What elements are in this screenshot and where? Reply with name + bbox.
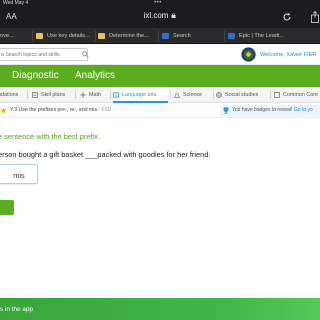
status-bar: Wed May 4 •••	[0, 0, 320, 8]
skill-plans-icon	[32, 92, 38, 98]
doc-icon	[36, 33, 43, 39]
trophy-icon	[223, 107, 229, 114]
skill-code: F5D	[101, 107, 112, 113]
badge-message: You have badges to reveal!	[232, 107, 293, 113]
tab-divider	[213, 91, 214, 99]
status-date: Wed May 4	[3, 0, 29, 6]
skill-breadcrumb: Y.3 Use the prefixes pre-, re-, and mis-…	[0, 103, 320, 118]
ixl-header: Welcome, Xavier FIER	[0, 44, 320, 65]
epic-icon	[228, 33, 235, 39]
common-core-icon	[274, 92, 280, 98]
tab-science[interactable]: Science	[174, 87, 210, 103]
tab-divider	[95, 31, 96, 41]
tab-divider	[170, 91, 171, 99]
tab-divider	[75, 91, 76, 99]
badge-link[interactable]: Go to yo	[294, 107, 313, 113]
url-field[interactable]: ixl.com	[0, 11, 320, 20]
browser-tab[interactable]: Determine the...	[98, 30, 156, 42]
question-instruction: e sentence with the best prefix.	[0, 132, 100, 141]
url-text: ixl.com	[143, 11, 169, 20]
reload-icon[interactable]	[282, 12, 292, 22]
browser-tab[interactable]: Search	[162, 30, 218, 42]
lock-icon	[171, 13, 176, 18]
search-input[interactable]	[0, 48, 88, 61]
browser-tab[interactable]: Use key details...	[36, 30, 92, 42]
badge-notice[interactable]: You have badges to reveal! Go to yo	[220, 105, 320, 116]
nav-diagnostic[interactable]: Diagnostic	[12, 70, 59, 81]
welcome-user-link[interactable]: Welcome, Xavier FIER	[260, 52, 316, 58]
school-emblem-icon	[241, 47, 256, 62]
language-arts-icon	[113, 92, 119, 98]
tab-divider	[158, 31, 159, 41]
science-icon	[174, 92, 180, 98]
submit-button[interactable]	[0, 200, 14, 215]
address-bar: AA ixl.com	[0, 8, 320, 28]
multitask-dots[interactable]: •••	[154, 0, 162, 6]
tab-social-studies[interactable]: Social studies	[216, 87, 268, 103]
tab-common-core[interactable]: Common Core	[274, 87, 320, 103]
tab-skill-plans[interactable]: Skill plans	[32, 87, 72, 103]
search-app-icon	[162, 33, 169, 39]
question-text: erson bought a gift basket ___packed wit…	[0, 150, 211, 159]
star-icon[interactable]	[0, 107, 7, 114]
nav-analytics[interactable]: Analytics	[75, 70, 115, 81]
browser-tab-bar: ove... Use key details... Determine the.…	[0, 28, 320, 44]
skill-title: Y.3 Use the prefixes pre-, re-, and mis-…	[10, 107, 112, 113]
answer-option[interactable]: mis	[0, 164, 38, 184]
answer-option-label: mis	[13, 171, 25, 180]
tab-foundations[interactable]: ndations	[0, 87, 28, 103]
tab-divider	[27, 91, 28, 99]
share-icon[interactable]	[311, 11, 320, 23]
math-icon	[80, 92, 86, 98]
app-promo-banner[interactable]: s in the app	[0, 298, 320, 320]
social-studies-icon	[216, 92, 222, 98]
tab-divider	[270, 91, 271, 99]
subject-tabs: ndations Skill plans Math Language arts …	[0, 87, 320, 103]
banner-text: s in the app	[0, 306, 34, 313]
tab-divider	[32, 31, 33, 41]
search-icon[interactable]	[82, 51, 89, 58]
doc-icon	[98, 33, 105, 39]
browser-tab[interactable]: Epic | The Leadi...	[228, 30, 302, 42]
tab-math[interactable]: Math	[80, 87, 108, 103]
browser-tab[interactable]: ove...	[0, 30, 32, 42]
tab-divider	[110, 91, 111, 99]
ixl-page: Wed May 4 ••• AA ixl.com ove... Use key …	[0, 0, 320, 320]
tab-divider	[224, 31, 225, 41]
tab-language-arts[interactable]: Language arts	[113, 87, 168, 103]
main-nav: Diagnostic Analytics	[0, 65, 320, 87]
